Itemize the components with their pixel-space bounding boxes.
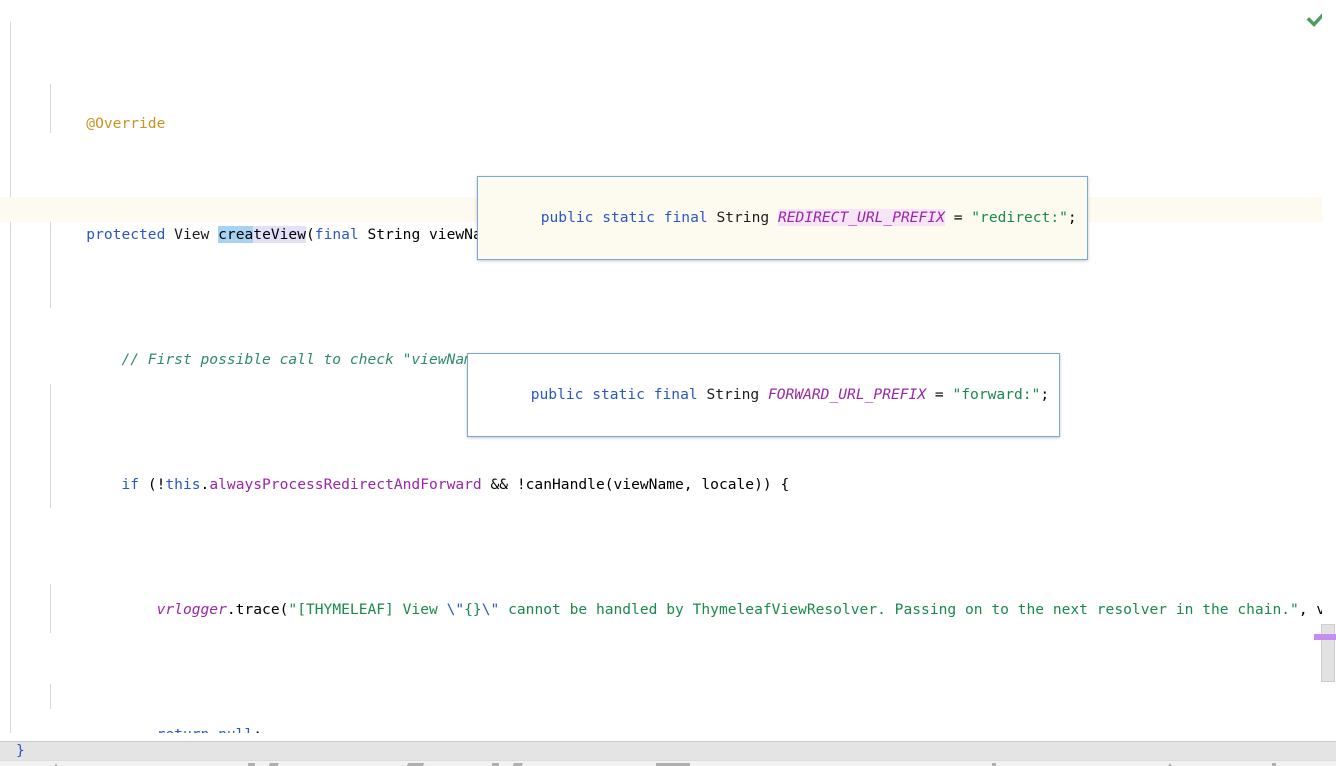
code-line[interactable]: vrlogger.trace("[THYMELEAF] View \"{}\" … bbox=[0, 572, 1336, 618]
code-line[interactable]: return null; bbox=[0, 697, 1336, 740]
annotation-token: @Override bbox=[86, 115, 166, 132]
editor-viewport[interactable]: @Override protected View createView(fina… bbox=[0, 0, 1336, 740]
selected-token-part[interactable]: teView bbox=[253, 226, 306, 243]
selected-token-part[interactable]: crea bbox=[218, 226, 254, 243]
code-editor-window: @Override protected View createView(fina… bbox=[0, 0, 1336, 766]
horizontal-scrollbar[interactable] bbox=[0, 733, 1336, 741]
tooltip-redirect-url-prefix: public static final String REDIRECT_URL_… bbox=[477, 176, 1088, 260]
tooltip-field-name: REDIRECT_URL_PREFIX bbox=[777, 209, 945, 226]
sticky-closing-brace-row[interactable]: } bbox=[0, 741, 1336, 761]
tooltip-field-name: FORWARD_URL_PREFIX bbox=[767, 386, 927, 403]
closing-brace: } bbox=[16, 742, 25, 759]
vertical-scrollbar-thumb[interactable] bbox=[1321, 624, 1335, 682]
scrollbar-change-marker bbox=[1314, 634, 1336, 640]
code-line[interactable]: if (!this.alwaysProcessRedirectAndForwar… bbox=[0, 447, 1336, 493]
code-line[interactable]: // First possible call to check "viewNam… bbox=[0, 322, 1336, 368]
vertical-scrollbar[interactable] bbox=[1321, 0, 1336, 740]
code-line[interactable]: @Override bbox=[0, 86, 1336, 132]
tooltip-forward-url-prefix: public static final String FORWARD_URL_P… bbox=[467, 353, 1061, 437]
status-bar[interactable] bbox=[0, 760, 1336, 766]
